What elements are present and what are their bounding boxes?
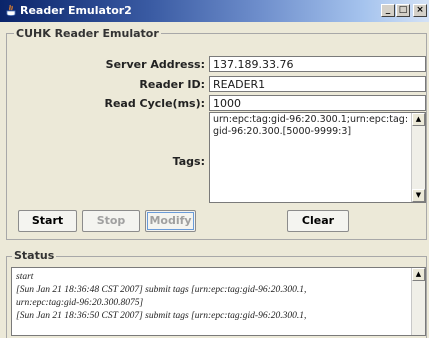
status-log[interactable]: start [Sun Jan 21 18:36:48 CST 2007] sub… bbox=[11, 267, 426, 336]
java-cup-icon bbox=[6, 4, 16, 16]
start-button[interactable]: Start bbox=[18, 210, 77, 232]
modify-button[interactable]: Modify bbox=[145, 210, 196, 232]
minimize-button[interactable]: _ bbox=[381, 4, 395, 17]
status-line: start bbox=[16, 272, 34, 282]
scroll-up-arrow-icon[interactable]: ▲ bbox=[412, 268, 425, 281]
status-scrollbar[interactable]: ▲ bbox=[411, 268, 425, 335]
reader-id-label: Reader ID: bbox=[139, 78, 205, 91]
scroll-up-arrow-icon[interactable]: ▲ bbox=[412, 113, 425, 126]
reader-group-legend: CUHK Reader Emulator bbox=[14, 27, 161, 40]
tags-scrollbar[interactable]: ▲ ▼ bbox=[411, 113, 425, 202]
close-button[interactable]: × bbox=[413, 4, 427, 17]
server-address-label: Server Address: bbox=[105, 58, 205, 71]
window-title: Reader Emulator2 bbox=[20, 4, 132, 17]
stop-button[interactable]: Stop bbox=[82, 210, 140, 232]
status-group-legend: Status bbox=[12, 249, 57, 262]
status-line: [Sun Jan 21 18:36:50 CST 2007] submit ta… bbox=[16, 311, 307, 321]
window-titlebar[interactable]: Reader Emulator2 _ □ × bbox=[0, 0, 429, 22]
tags-text: urn:epc:tag:gid-96:20.300.1;urn:epc:tag:… bbox=[213, 114, 409, 137]
maximize-button[interactable]: □ bbox=[396, 4, 410, 17]
read-cycle-label: Read Cycle(ms): bbox=[104, 97, 205, 110]
server-address-field[interactable]: 137.189.33.76 bbox=[209, 56, 426, 72]
status-line: urn:epc:tag:gid-96:20.300.8075] bbox=[16, 298, 144, 308]
clear-button[interactable]: Clear bbox=[287, 210, 349, 232]
status-log-text: start [Sun Jan 21 18:36:48 CST 2007] sub… bbox=[16, 271, 408, 323]
tags-textarea[interactable]: urn:epc:tag:gid-96:20.300.1;urn:epc:tag:… bbox=[209, 112, 426, 203]
scroll-down-arrow-icon[interactable]: ▼ bbox=[412, 189, 425, 202]
reader-id-field[interactable]: READER1 bbox=[209, 76, 426, 92]
read-cycle-field[interactable]: 1000 bbox=[209, 95, 426, 111]
status-line: [Sun Jan 21 18:36:48 CST 2007] submit ta… bbox=[16, 285, 307, 295]
tags-label: Tags: bbox=[172, 155, 205, 168]
